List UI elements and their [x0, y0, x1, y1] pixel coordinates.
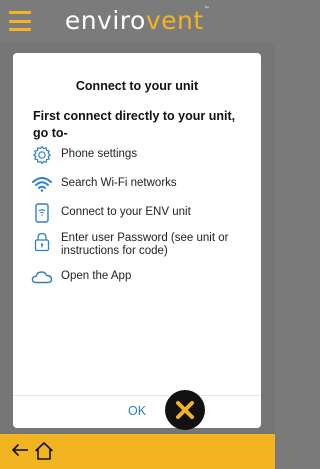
- step-label: Phone settings: [61, 148, 138, 160]
- dialog-subtitle: First connect directly to your unit, go …: [33, 109, 236, 140]
- app-header: envirovent™: [0, 0, 275, 42]
- home-icon[interactable]: [34, 441, 54, 466]
- step-label: Search Wi-Fi networks: [61, 177, 177, 189]
- back-arrow-icon[interactable]: [11, 443, 29, 462]
- ok-button[interactable]: OK: [13, 404, 261, 418]
- dialog-divider: [13, 395, 261, 396]
- wifi-icon: [31, 174, 53, 194]
- app-screen: envirovent™ Connect to your unit First c…: [0, 0, 275, 469]
- logo-trademark: ™: [203, 6, 211, 13]
- envirovent-logo: envirovent™: [0, 6, 275, 35]
- close-icon[interactable]: [165, 390, 205, 430]
- step-enter-password: Enter user Password (see unit or instruc…: [31, 232, 253, 258]
- bottom-navigation-bar: [0, 434, 275, 469]
- connection-steps: Phone settings Search Wi-Fi networks Con…: [31, 145, 253, 296]
- step-search-wifi: Search Wi-Fi networks: [31, 174, 253, 194]
- step-open-app: Open the App: [31, 267, 253, 287]
- gear-icon: [31, 145, 53, 165]
- step-label: Connect to your ENV unit: [61, 206, 191, 218]
- step-connect-unit: Connect to your ENV unit: [31, 203, 253, 223]
- phone-wifi-icon: [31, 203, 53, 223]
- cloud-icon: [31, 267, 53, 287]
- step-phone-settings: Phone settings: [31, 145, 253, 165]
- logo-accent: vent: [145, 6, 204, 35]
- dialog-title: Connect to your unit: [75, 79, 199, 93]
- logo-prefix: enviro: [64, 6, 146, 35]
- connect-dialog: Connect to your unit First connect direc…: [13, 53, 261, 428]
- step-label: Open the App: [61, 270, 132, 282]
- step-label: Enter user Password (see unit or instruc…: [61, 232, 229, 257]
- lock-icon: [31, 232, 53, 252]
